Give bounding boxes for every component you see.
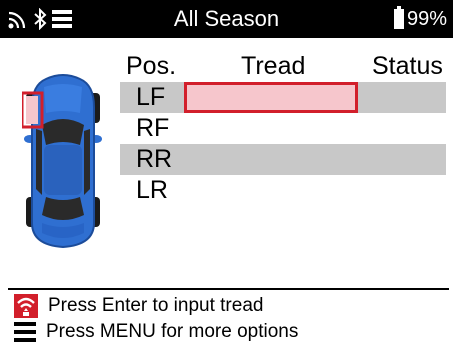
row-pos: LF <box>136 83 166 111</box>
table-row[interactable]: RF <box>120 113 446 144</box>
row-pos: LR <box>136 176 168 204</box>
row-pos: RR <box>136 145 173 173</box>
hint-enter: Press Enter to input tread <box>14 294 263 318</box>
battery-indicator: 99% <box>393 0 447 38</box>
battery-icon <box>393 6 404 29</box>
row-pos: RF <box>136 114 170 142</box>
footer-divider <box>8 288 449 290</box>
table-header: Pos. Tread Status <box>0 50 453 82</box>
car-top-view-icon <box>22 74 102 249</box>
hint-enter-text: Press Enter to input tread <box>48 295 264 316</box>
sensor-wave-icon <box>14 294 38 318</box>
hint-menu: Press MENU for more options <box>14 320 298 344</box>
hint-menu-text: Press MENU for more options <box>46 321 299 342</box>
header-tread: Tread <box>241 52 306 80</box>
tread-entry-screen: All Season 99% Pos. Tread Status LF RF R… <box>0 0 453 347</box>
menu-icon <box>14 322 36 342</box>
tread-input-selected[interactable] <box>184 82 358 113</box>
battery-level: 99% <box>406 7 447 30</box>
status-bar: All Season 99% <box>0 0 453 38</box>
header-status: Status <box>372 52 443 80</box>
table-row[interactable]: LR <box>120 175 446 206</box>
table-row[interactable]: RR <box>120 144 446 175</box>
header-pos: Pos. <box>126 52 177 80</box>
mode-title: All Season <box>173 6 280 31</box>
table-row[interactable]: LF <box>120 82 446 113</box>
